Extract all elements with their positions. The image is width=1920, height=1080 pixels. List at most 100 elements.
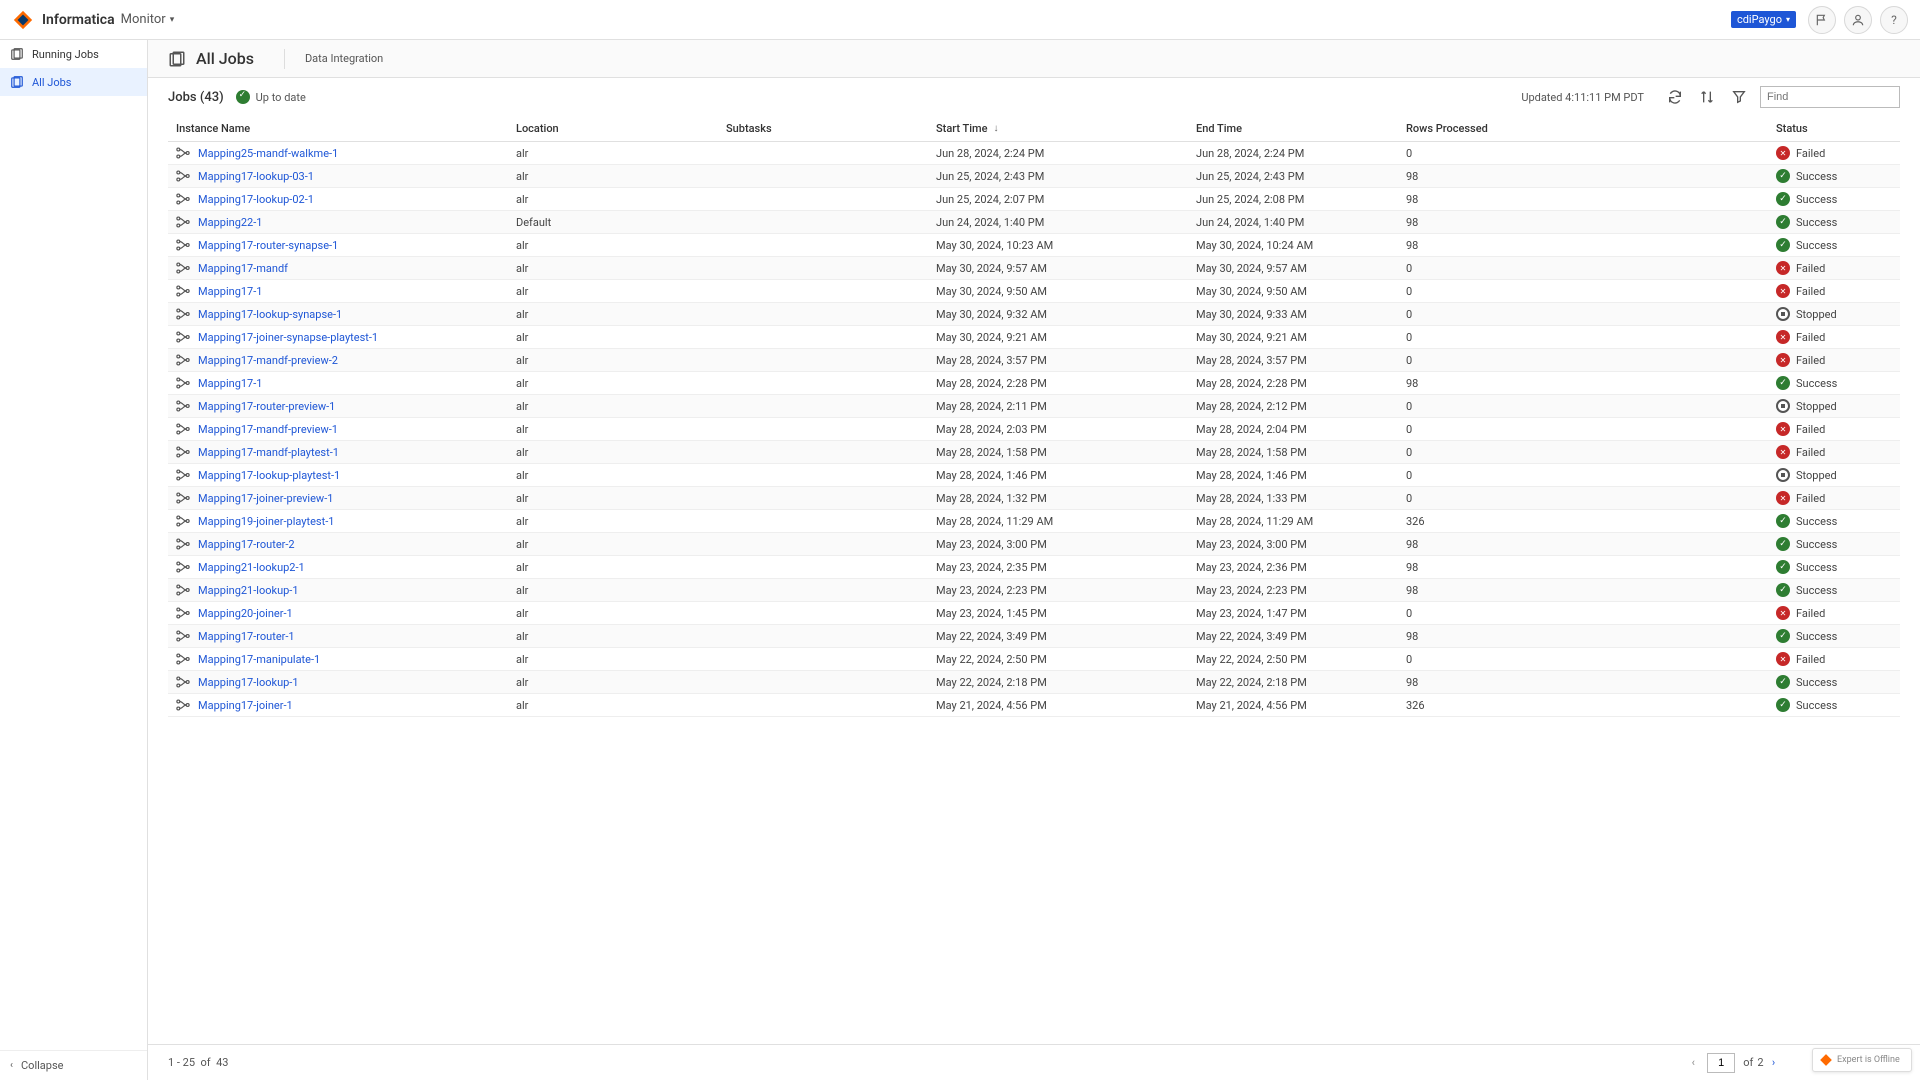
instance-link[interactable]: Mapping22-1: [198, 216, 262, 229]
instance-link[interactable]: Mapping17-lookup-03-1: [198, 170, 314, 183]
col-end-time[interactable]: End Time: [1188, 116, 1398, 142]
failed-icon: [1776, 284, 1790, 298]
instance-link[interactable]: Mapping17-joiner-1: [198, 699, 293, 712]
instance-link[interactable]: Mapping17-router-preview-1: [198, 400, 335, 413]
instance-link[interactable]: Mapping17-router-synapse-1: [198, 239, 338, 252]
breadcrumb-separator: [284, 49, 285, 69]
instance-link[interactable]: Mapping20-joiner-1: [198, 607, 293, 620]
success-icon: [1776, 537, 1790, 551]
check-circle-icon: [236, 90, 250, 104]
cell-location: alr: [508, 395, 718, 418]
cell-start-time: May 28, 2024, 2:11 PM: [928, 395, 1188, 418]
instance-link[interactable]: Mapping17-lookup-1: [198, 676, 299, 689]
cell-location: alr: [508, 165, 718, 188]
sort-button[interactable]: [1696, 86, 1718, 108]
next-page-button[interactable]: ›: [1764, 1053, 1784, 1073]
running-jobs-icon: [10, 47, 24, 61]
notifications-button[interactable]: [1808, 6, 1836, 34]
cell-location: alr: [508, 142, 718, 165]
of-label: of: [1743, 1056, 1753, 1069]
col-instance-name[interactable]: Instance Name: [168, 116, 508, 142]
instance-link[interactable]: Mapping17-1: [198, 377, 262, 390]
instance-link[interactable]: Mapping17-router-2: [198, 538, 295, 551]
help-button[interactable]: ?: [1880, 6, 1908, 34]
collapse-sidebar-button[interactable]: ‹ Collapse: [0, 1050, 147, 1080]
cell-location: alr: [508, 510, 718, 533]
find-input[interactable]: [1760, 86, 1900, 108]
refresh-button[interactable]: [1664, 86, 1686, 108]
instance-link[interactable]: Mapping17-mandf-preview-2: [198, 354, 338, 367]
cell-status: Success: [1776, 629, 1892, 643]
cell-end-time: May 28, 2024, 3:57 PM: [1188, 349, 1398, 372]
instance-link[interactable]: Mapping21-lookup-1: [198, 584, 299, 597]
instance-link[interactable]: Mapping17-lookup-synapse-1: [198, 308, 342, 321]
app-switcher-caret-icon[interactable]: ▾: [170, 15, 175, 25]
cell-status: Stopped: [1776, 468, 1892, 482]
breadcrumb[interactable]: Data Integration: [305, 52, 383, 65]
instance-link[interactable]: Mapping17-lookup-02-1: [198, 193, 314, 206]
cell-status: Success: [1776, 238, 1892, 252]
org-name: cdiPaygo: [1737, 13, 1782, 26]
cell-status: Success: [1776, 376, 1892, 390]
cell-start-time: May 30, 2024, 10:23 AM: [928, 234, 1188, 257]
table-row: Mapping17-mandf-playtest-1alrMay 28, 202…: [168, 441, 1900, 464]
cell-rows-processed: 98: [1398, 556, 1768, 579]
cell-rows-processed: 0: [1398, 441, 1768, 464]
instance-link[interactable]: Mapping17-mandf-preview-1: [198, 423, 338, 436]
page-input[interactable]: [1707, 1053, 1735, 1073]
cell-rows-processed: 0: [1398, 418, 1768, 441]
instance-link[interactable]: Mapping21-lookup2-1: [198, 561, 305, 574]
table-row: Mapping17-lookup-03-1alrJun 25, 2024, 2:…: [168, 165, 1900, 188]
cell-end-time: May 28, 2024, 1:46 PM: [1188, 464, 1398, 487]
instance-link[interactable]: Mapping17-lookup-playtest-1: [198, 469, 340, 482]
failed-icon: [1776, 491, 1790, 505]
instance-link[interactable]: Mapping17-1: [198, 285, 262, 298]
success-icon: [1776, 215, 1790, 229]
cell-start-time: Jun 24, 2024, 1:40 PM: [928, 211, 1188, 234]
org-switcher[interactable]: cdiPaygo ▾: [1731, 11, 1796, 28]
cell-rows-processed: 0: [1398, 487, 1768, 510]
col-location[interactable]: Location: [508, 116, 718, 142]
instance-link[interactable]: Mapping17-joiner-synapse-playtest-1: [198, 331, 378, 344]
instance-link[interactable]: Mapping25-mandf-walkme-1: [198, 147, 338, 160]
cell-end-time: May 28, 2024, 2:28 PM: [1188, 372, 1398, 395]
instance-link[interactable]: Mapping17-router-1: [198, 630, 295, 643]
col-subtasks[interactable]: Subtasks: [718, 116, 928, 142]
cell-start-time: May 30, 2024, 9:32 AM: [928, 303, 1188, 326]
instance-link[interactable]: Mapping17-mandf: [198, 262, 288, 275]
instance-link[interactable]: Mapping17-manipulate-1: [198, 653, 320, 666]
filter-button[interactable]: [1728, 86, 1750, 108]
col-rows-processed[interactable]: Rows Processed: [1398, 116, 1768, 142]
table-row: Mapping17-joiner-1alrMay 21, 2024, 4:56 …: [168, 694, 1900, 717]
app-name[interactable]: Monitor: [121, 12, 166, 27]
cell-status: Failed: [1776, 606, 1892, 620]
chat-widget[interactable]: Expert is Offline: [1812, 1048, 1912, 1072]
col-start-time[interactable]: Start Time↓: [928, 116, 1188, 142]
sidebar-item-all-jobs[interactable]: All Jobs: [0, 68, 147, 96]
cell-subtasks: [718, 142, 928, 165]
prev-page-button[interactable]: ‹: [1683, 1053, 1703, 1073]
cell-subtasks: [718, 579, 928, 602]
app-header: Informatica Monitor ▾ cdiPaygo ▾ ?: [0, 0, 1920, 40]
user-button[interactable]: [1844, 6, 1872, 34]
success-icon: [1776, 675, 1790, 689]
cell-start-time: May 30, 2024, 9:50 AM: [928, 280, 1188, 303]
cell-location: alr: [508, 257, 718, 280]
chevron-left-icon: ‹: [10, 1060, 13, 1071]
col-status[interactable]: Status: [1768, 116, 1900, 142]
sidebar-item-label: Running Jobs: [32, 48, 99, 61]
cell-subtasks: [718, 211, 928, 234]
sidebar-item-running-jobs[interactable]: Running Jobs: [0, 40, 147, 68]
table-row: Mapping25-mandf-walkme-1alrJun 28, 2024,…: [168, 142, 1900, 165]
main-content: All Jobs Data Integration Jobs (43) Up t…: [148, 40, 1920, 1080]
cell-status: Success: [1776, 192, 1892, 206]
instance-link[interactable]: Mapping19-joiner-playtest-1: [198, 515, 334, 528]
instance-link[interactable]: Mapping17-mandf-playtest-1: [198, 446, 339, 459]
failed-icon: [1776, 353, 1790, 367]
cell-subtasks: [718, 234, 928, 257]
cell-location: alr: [508, 625, 718, 648]
instance-link[interactable]: Mapping17-joiner-preview-1: [198, 492, 333, 505]
stopped-icon: [1776, 399, 1790, 413]
row-range: 1 - 25 of 43: [168, 1056, 228, 1069]
cell-rows-processed: 0: [1398, 464, 1768, 487]
